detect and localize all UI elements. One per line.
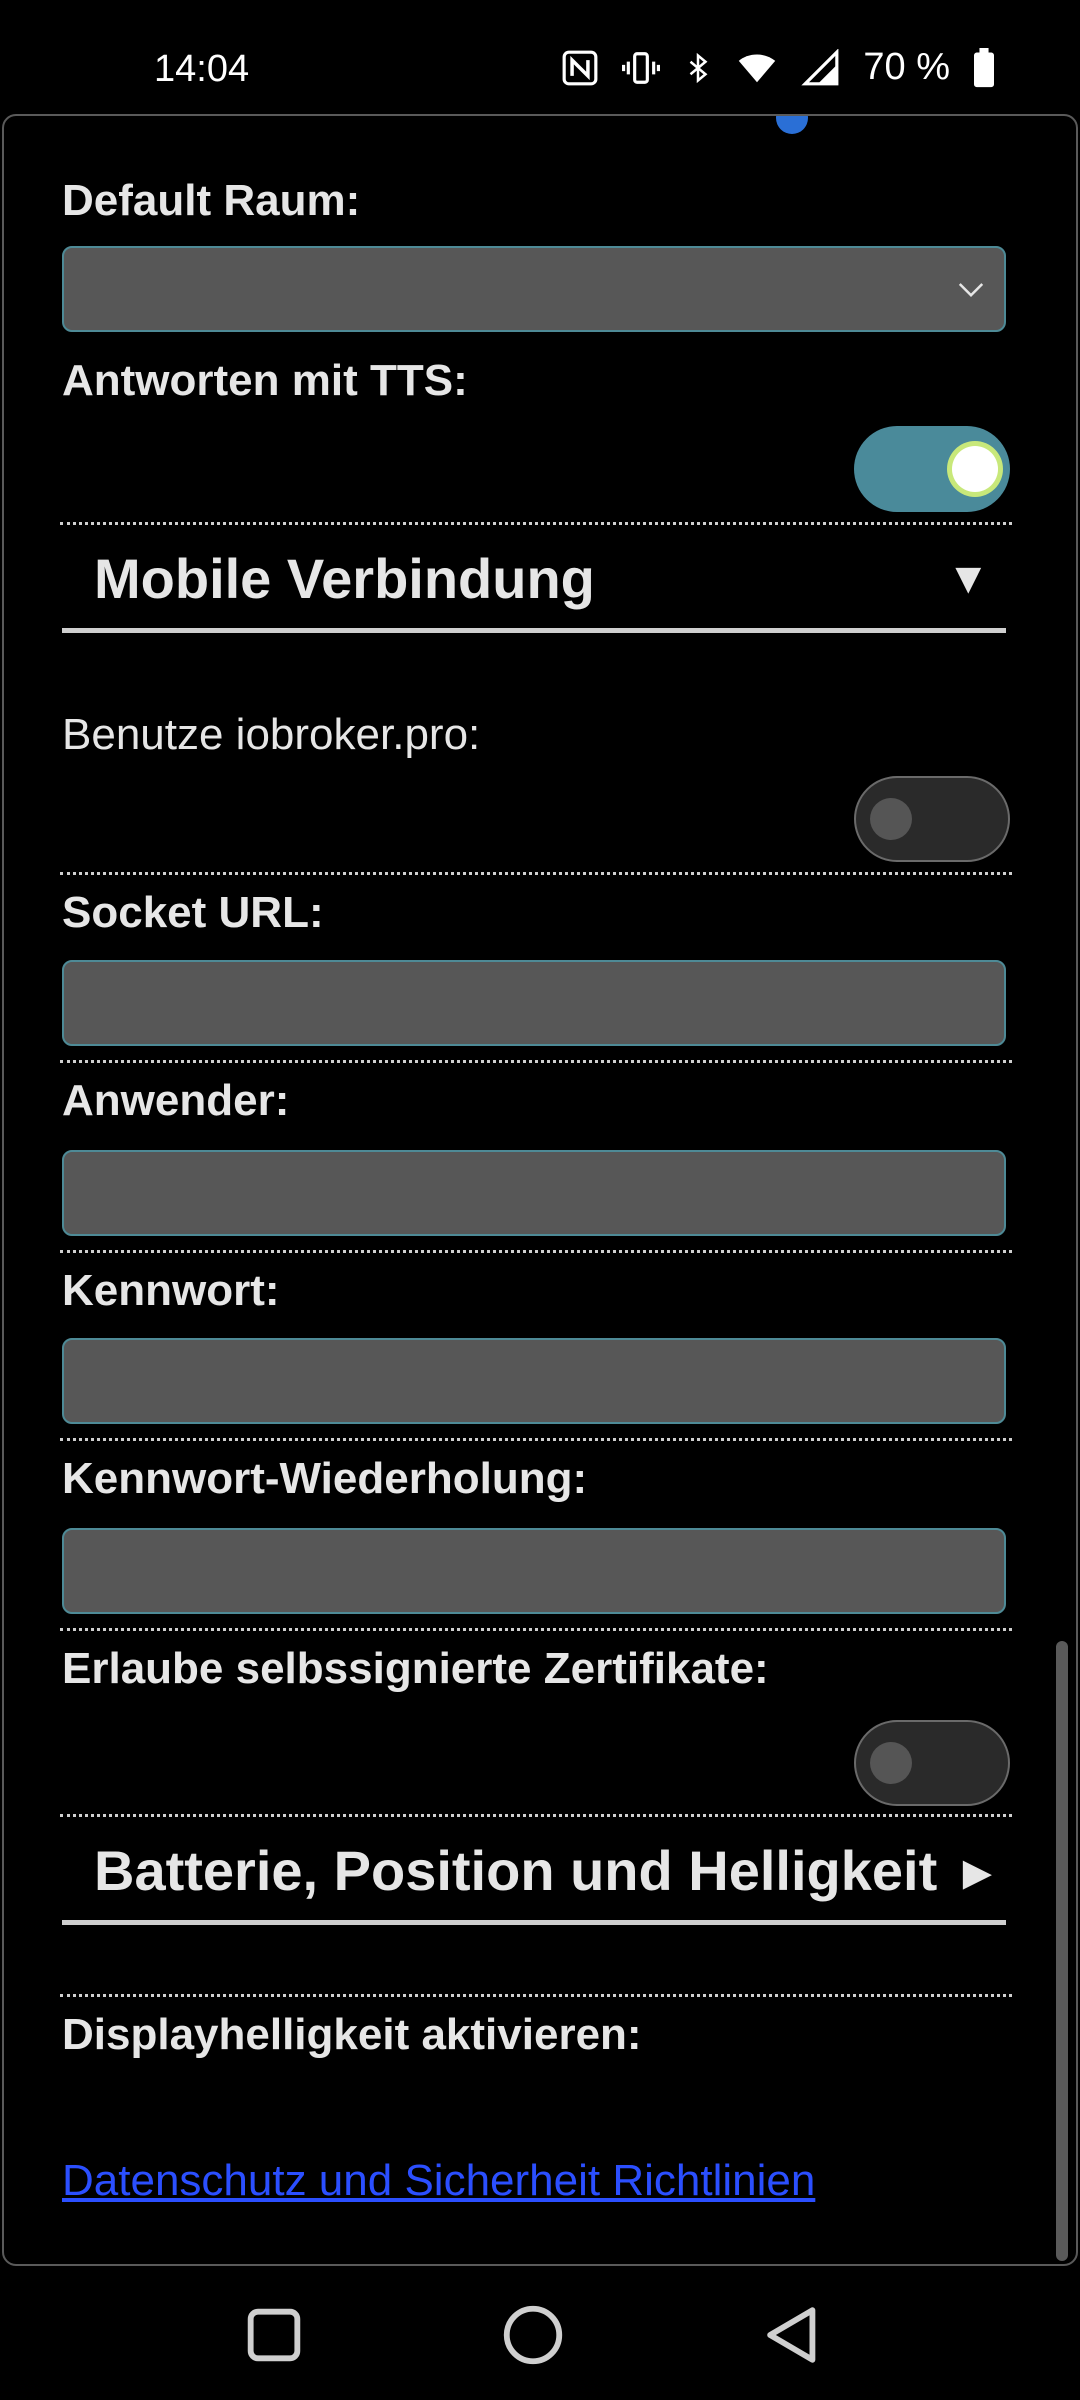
default-room-label: Default Raum: bbox=[62, 176, 361, 225]
toggle-knob bbox=[870, 1742, 912, 1784]
back-icon[interactable] bbox=[757, 2300, 827, 2370]
divider bbox=[60, 1250, 1012, 1253]
home-icon[interactable] bbox=[498, 2300, 568, 2370]
wifi-icon bbox=[735, 49, 779, 87]
divider bbox=[60, 522, 1012, 525]
display-brightness-label: Displayhelligkeit aktivieren: bbox=[62, 2010, 642, 2059]
toggle-knob bbox=[952, 446, 998, 492]
iobroker-label: Benutze iobroker.pro: bbox=[62, 710, 481, 759]
socket-url-input[interactable] bbox=[62, 960, 1006, 1046]
triangle-right-icon: ▶ bbox=[962, 1852, 992, 1894]
divider bbox=[60, 1994, 1012, 1997]
battery-icon bbox=[972, 47, 996, 88]
divider bbox=[60, 1814, 1012, 1817]
default-room-select[interactable] bbox=[62, 246, 1006, 332]
status-time: 14:04 bbox=[154, 48, 250, 90]
password-input[interactable] bbox=[62, 1338, 1006, 1424]
tts-label: Antworten mit TTS: bbox=[62, 356, 468, 405]
section-title-battery: Batterie, Position und Helligkeit bbox=[94, 1839, 938, 1902]
password-repeat-label: Kennwort-Wiederholung: bbox=[62, 1454, 588, 1503]
divider bbox=[60, 1060, 1012, 1063]
divider bbox=[60, 1438, 1012, 1441]
battery-percent: 70 % bbox=[863, 46, 950, 88]
section-header-mobile[interactable]: Mobile Verbindung ▼ bbox=[62, 536, 1006, 633]
signal-icon bbox=[801, 48, 841, 87]
status-bar: 14:04 70 % bbox=[0, 0, 1080, 112]
vibrate-icon bbox=[621, 49, 661, 87]
status-icons: 70 % bbox=[561, 46, 996, 89]
section-title-mobile: Mobile Verbindung bbox=[94, 547, 595, 610]
navigation-bar bbox=[0, 2270, 1080, 2400]
bluetooth-icon bbox=[683, 49, 713, 87]
password-repeat-input[interactable] bbox=[62, 1528, 1006, 1614]
self-signed-toggle[interactable] bbox=[854, 1720, 1010, 1806]
privacy-policy-link[interactable]: Datenschutz und Sicherheit Richtlinien bbox=[62, 2156, 815, 2206]
chevron-down-icon bbox=[958, 283, 984, 298]
socket-url-label: Socket URL: bbox=[62, 888, 324, 937]
user-label: Anwender: bbox=[62, 1076, 290, 1125]
self-signed-label: Erlaube selbssignierte Zertifikate: bbox=[62, 1644, 769, 1693]
scroll-indicator-dot bbox=[776, 116, 808, 134]
nfc-icon bbox=[561, 49, 599, 87]
settings-panel: Default Raum: Antworten mit TTS: Mobile … bbox=[2, 114, 1078, 2266]
password-label: Kennwort: bbox=[62, 1266, 280, 1315]
scrollbar[interactable] bbox=[1056, 1641, 1068, 2261]
user-input[interactable] bbox=[62, 1150, 1006, 1236]
triangle-down-icon: ▼ bbox=[946, 554, 990, 603]
recent-apps-icon[interactable] bbox=[239, 2300, 309, 2370]
divider bbox=[60, 872, 1012, 875]
iobroker-toggle[interactable] bbox=[854, 776, 1010, 862]
toggle-knob bbox=[870, 798, 912, 840]
section-header-battery[interactable]: Batterie, Position und Helligkeit ▶ bbox=[62, 1828, 1006, 1925]
divider bbox=[60, 1628, 1012, 1631]
tts-toggle[interactable] bbox=[854, 426, 1010, 512]
